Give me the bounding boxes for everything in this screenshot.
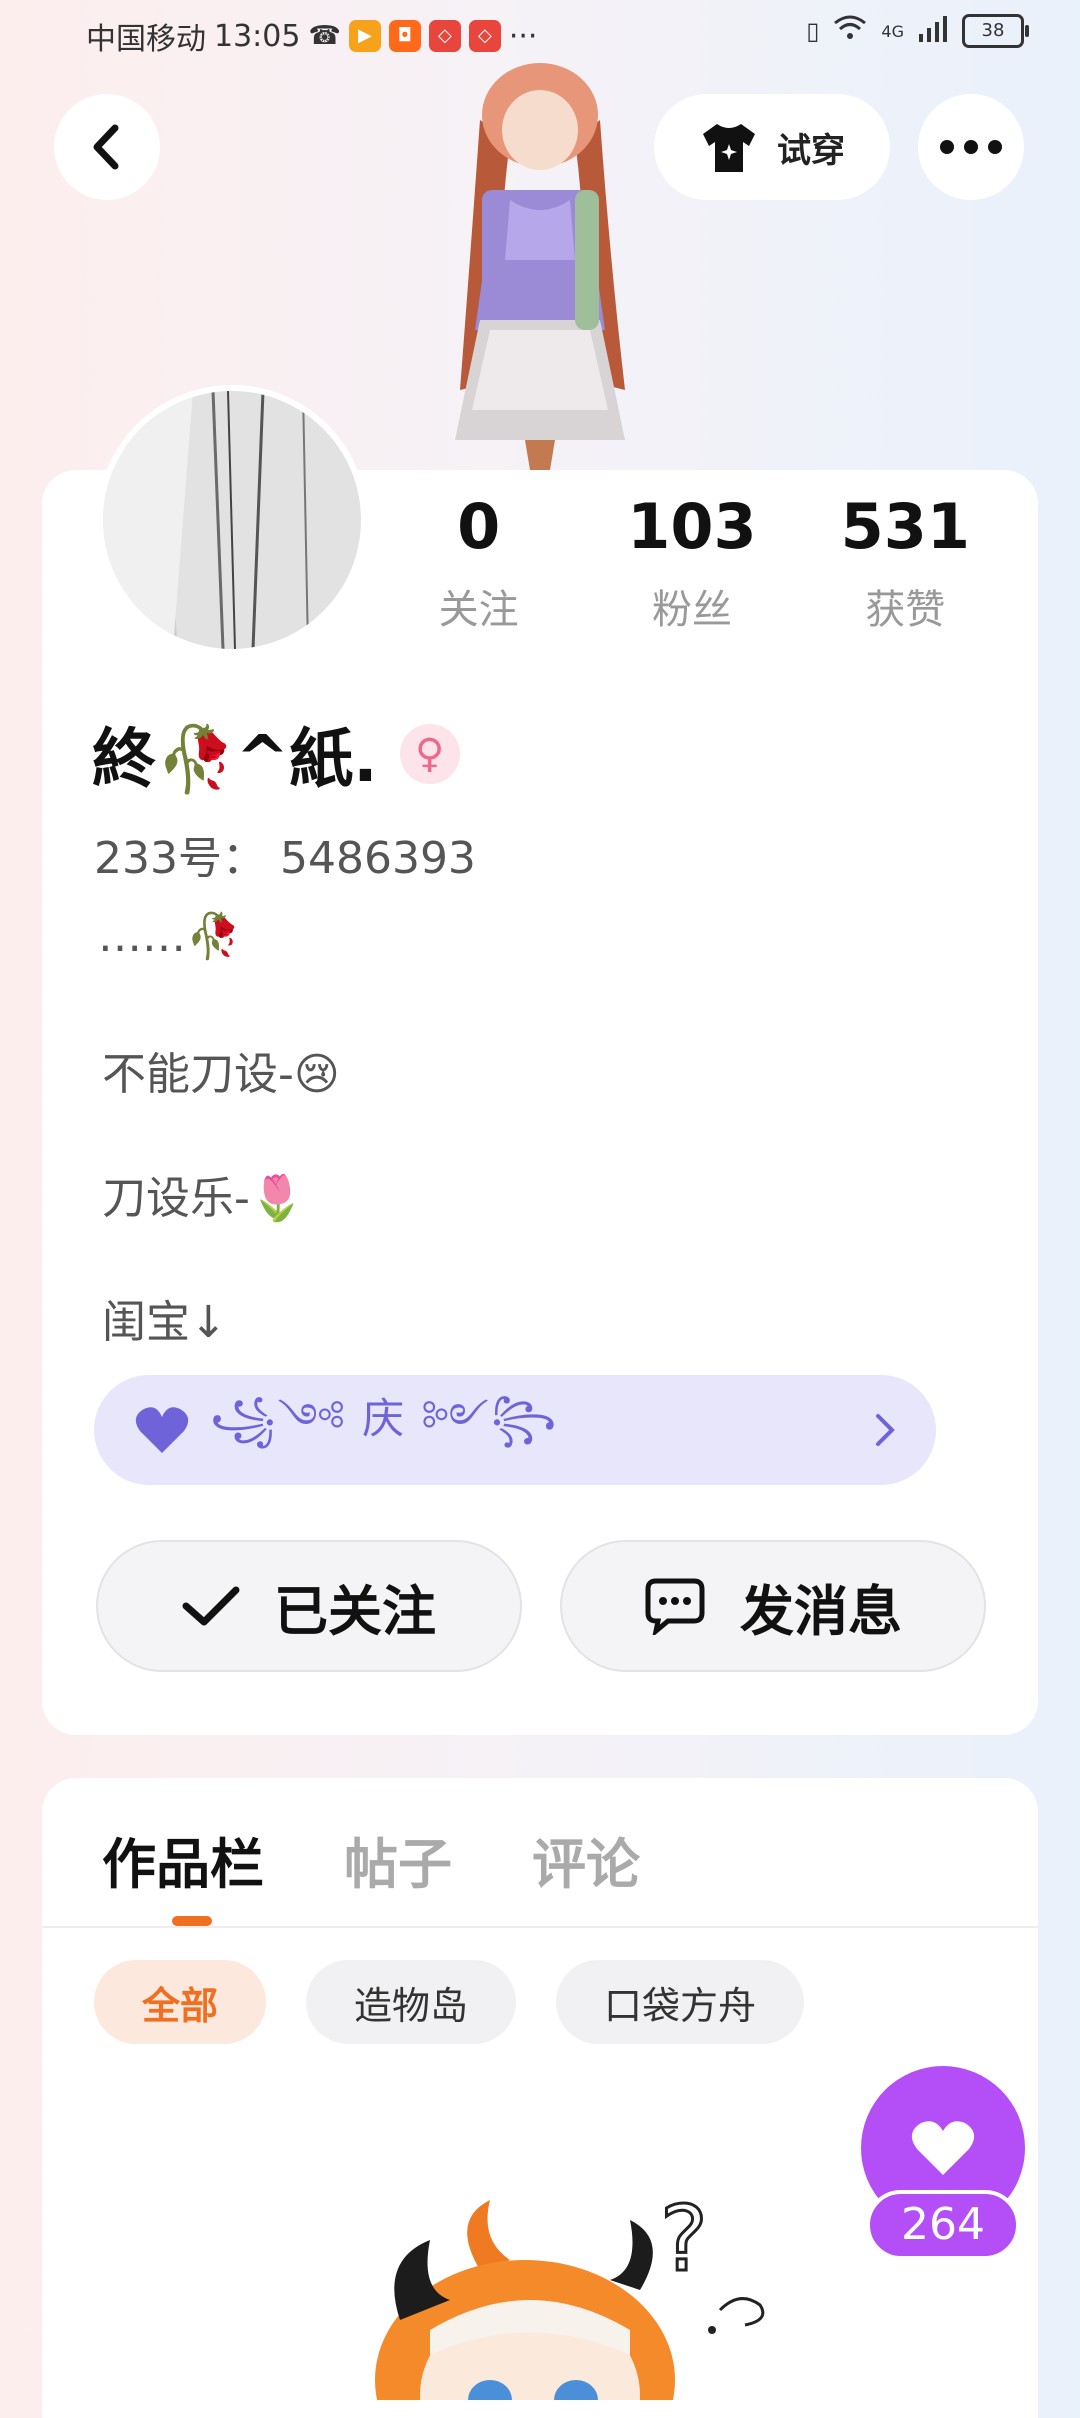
stat-value: 103: [627, 490, 757, 563]
chat-bubble-icon: [645, 1578, 705, 1635]
more-dots-icon: [940, 140, 1002, 154]
stat-likes[interactable]: 531 获赞: [799, 490, 1012, 635]
stat-label: 粉丝: [651, 587, 732, 633]
banner-text: ꧁༺ 庆 ༻꧂: [210, 1393, 559, 1443]
nickname: 終🥀^紙.: [92, 723, 378, 797]
app-notification-icon: ◘: [388, 20, 421, 52]
battery-icon: 38: [962, 14, 1029, 48]
svg-text:?: ?: [660, 2187, 708, 2292]
stat-label: 关注: [438, 587, 519, 633]
stat-following[interactable]: 0 关注: [372, 490, 585, 635]
time-label: 13:05: [214, 18, 301, 54]
bio-line: 闺宝↓: [102, 1297, 227, 1348]
stat-value: 531: [840, 490, 971, 563]
like-count-badge: 264: [866, 2190, 1020, 2260]
send-message-button[interactable]: 发消息: [560, 1540, 986, 1672]
tab-works[interactable]: 作品栏: [102, 1820, 264, 1899]
tshirt-icon: [703, 124, 755, 172]
app-notification-icon: ◇: [468, 20, 501, 52]
try-on-label: 试穿: [777, 130, 845, 171]
female-gender-icon: ♀: [399, 724, 460, 784]
more-button[interactable]: [918, 94, 1024, 200]
filter-chips: 全部 造物岛 口袋方舟: [94, 1960, 805, 2044]
purple-heart-icon: [135, 1407, 189, 1453]
active-tab-indicator: [172, 1916, 212, 1926]
followed-button[interactable]: 已关注: [96, 1540, 522, 1672]
wifi-icon: [833, 14, 867, 48]
stat-label: 获赞: [865, 587, 946, 633]
chevron-left-icon: [93, 124, 119, 170]
followed-label: 已关注: [274, 1579, 436, 1643]
mascot-illustration: ?: [375, 2186, 765, 2400]
app-notification-icon: ▶: [348, 20, 381, 52]
network-type-label: 4G: [881, 21, 904, 41]
heart-icon: [911, 2121, 975, 2175]
bio-line: 刀设乐-🌷: [102, 1173, 305, 1224]
bio-line: 不能刀设-😢: [102, 1049, 340, 1100]
tab-comments[interactable]: 评论: [532, 1820, 640, 1899]
send-message-label: 发消息: [740, 1579, 902, 1643]
nickname-row: 終🥀^紙. ♀: [92, 708, 460, 800]
try-on-button[interactable]: 试穿: [654, 94, 890, 200]
stat-followers[interactable]: 103 粉丝: [585, 490, 798, 635]
avatar-image: [103, 391, 361, 649]
status-right: ▯ 4G 38: [806, 14, 1029, 48]
checkmark-icon: [182, 1586, 240, 1626]
notification-icon: ☎: [308, 21, 341, 51]
app-notification-icon: ◇: [428, 20, 461, 52]
stat-value: 0: [457, 490, 501, 563]
fan-group-banner[interactable]: ꧁༺ 庆 ༻꧂: [94, 1375, 936, 1485]
carrier-label: 中国移动: [86, 22, 206, 57]
avatar-character-image: [455, 63, 625, 470]
tab-posts[interactable]: 帖子: [344, 1820, 452, 1899]
more-notifications-icon: ···: [508, 18, 538, 54]
profile-stats: 0 关注 103 粉丝 531 获赞: [372, 490, 1012, 635]
user-id: 233号： 5486393: [94, 833, 476, 884]
signal-icon: [918, 14, 948, 48]
chip-pocket-ark[interactable]: 口袋方舟: [556, 1960, 805, 2044]
works-tabs: 作品栏 帖子 评论: [102, 1820, 640, 1899]
tab-divider: [42, 1926, 1038, 1928]
status-left: 中国移动 13:05 ☎ ▶ ◘ ◇ ◇ ···: [86, 14, 537, 58]
back-button[interactable]: [54, 94, 160, 200]
profile-avatar[interactable]: [97, 385, 367, 655]
chip-all[interactable]: 全部: [94, 1960, 267, 2044]
vibrate-icon: ▯: [806, 17, 820, 45]
chevron-right-icon: [876, 1414, 895, 1446]
bio-line: ……🥀: [98, 911, 241, 962]
chip-creation-island[interactable]: 造物岛: [306, 1960, 517, 2044]
profile-card: 0 关注 103 粉丝 531 获赞 終🥀^紙. ♀ 233号： 5486393…: [42, 385, 1038, 1735]
